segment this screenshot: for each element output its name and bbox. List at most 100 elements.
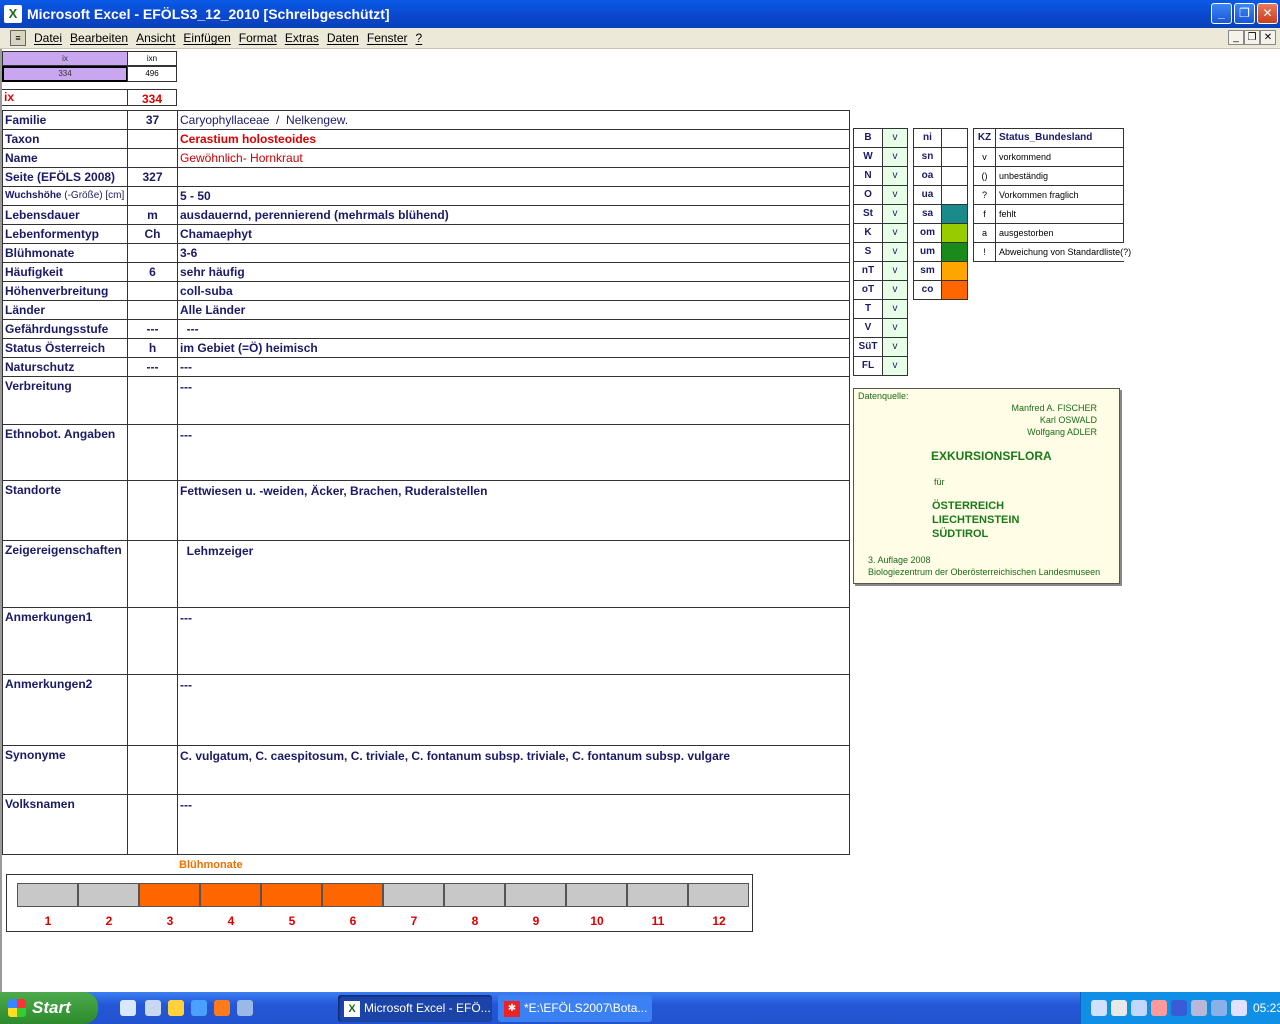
zone-color-swatch[interactable]	[941, 242, 968, 262]
row-code[interactable]: h	[127, 338, 178, 358]
zone-color-swatch[interactable]	[941, 166, 968, 186]
row-label[interactable]: Naturschutz	[2, 357, 128, 377]
zone-color-swatch[interactable]	[941, 185, 968, 205]
row-label[interactable]: Status Österreich	[2, 338, 128, 358]
row-code[interactable]: 327	[127, 167, 178, 187]
state-code[interactable]: O	[853, 185, 883, 205]
menu-bearbeiten[interactable]: Bearbeiten	[66, 31, 132, 45]
row-label[interactable]: Seite (EFÖLS 2008)	[2, 167, 128, 187]
zone-code[interactable]: ua	[913, 185, 942, 205]
row-value[interactable]: ---	[177, 319, 850, 339]
zone-code[interactable]: um	[913, 242, 942, 262]
app-tray-icon[interactable]	[1231, 1000, 1247, 1016]
state-code[interactable]: nT	[853, 261, 883, 281]
document-icon[interactable]: ≡	[10, 30, 26, 46]
outlook-icon[interactable]	[237, 1000, 253, 1016]
desktop-icon[interactable]	[120, 1000, 136, 1016]
row-value[interactable]: Caryophyllaceae / Nelkengew.	[177, 110, 850, 130]
doc-close-icon[interactable]: ✕	[1260, 30, 1276, 45]
volume-icon[interactable]	[1111, 1000, 1127, 1016]
state-value[interactable]: v	[882, 166, 908, 186]
zone-code[interactable]: om	[913, 223, 942, 243]
row-code[interactable]	[127, 186, 178, 206]
row-label[interactable]: Lebenformentyp	[2, 224, 128, 244]
state-code[interactable]: St	[853, 204, 883, 224]
row-value[interactable]: 5 - 50	[177, 186, 850, 206]
row-code[interactable]	[127, 376, 178, 425]
firefox-icon[interactable]	[214, 1000, 230, 1016]
row-label[interactable]: Blühmonate	[2, 243, 128, 263]
state-value[interactable]: v	[882, 204, 908, 224]
task-excel[interactable]: X Microsoft Excel - EFÖ...	[338, 995, 492, 1022]
row-value[interactable]: ---	[177, 794, 850, 855]
row-label[interactable]: Ethnobot. Angaben	[2, 424, 128, 481]
state-value[interactable]: v	[882, 147, 908, 167]
row-label[interactable]: Anmerkungen1	[2, 607, 128, 675]
row-value[interactable]: C. vulgatum, C. caespitosum, C. triviale…	[177, 745, 850, 795]
doc-minimize-icon[interactable]: _	[1228, 30, 1244, 45]
row-value[interactable]: Chamaephyt	[177, 224, 850, 244]
row-code[interactable]: 37	[127, 110, 178, 130]
zone-color-swatch[interactable]	[941, 147, 968, 167]
shield-icon[interactable]	[1171, 1000, 1187, 1016]
row-code[interactable]	[127, 607, 178, 675]
restore-button[interactable]: ❐	[1234, 3, 1255, 24]
row-value[interactable]: coll-suba	[177, 281, 850, 301]
row-code[interactable]	[127, 281, 178, 301]
row-label[interactable]: Name	[2, 148, 128, 168]
state-code[interactable]: S	[853, 242, 883, 262]
row-value[interactable]: 3-6	[177, 243, 850, 263]
row-code[interactable]: Ch	[127, 224, 178, 244]
network-icon[interactable]	[1091, 1000, 1107, 1016]
row-value[interactable]: ausdauernd, perennierend (mehrmals blühe…	[177, 205, 850, 225]
row-value[interactable]: ---	[177, 424, 850, 481]
zone-color-swatch[interactable]	[941, 280, 968, 300]
info-icon[interactable]	[1211, 1000, 1227, 1016]
state-code[interactable]: T	[853, 299, 883, 319]
state-code[interactable]: FL	[853, 356, 883, 376]
zone-color-swatch[interactable]	[941, 204, 968, 224]
zone-code[interactable]: sn	[913, 147, 942, 167]
row-label[interactable]: Höhenverbreitung	[2, 281, 128, 301]
row-code[interactable]	[127, 745, 178, 795]
explorer-icon[interactable]	[145, 1000, 161, 1016]
row-label[interactable]: Anmerkungen2	[2, 674, 128, 746]
alert-icon[interactable]	[1151, 1000, 1167, 1016]
row-code[interactable]	[127, 300, 178, 320]
row-code[interactable]	[127, 674, 178, 746]
state-code[interactable]: N	[853, 166, 883, 186]
menu-extras[interactable]: Extras	[281, 31, 323, 45]
row-label[interactable]: Länder	[2, 300, 128, 320]
state-code[interactable]: W	[853, 147, 883, 167]
state-value[interactable]: v	[882, 318, 908, 338]
row-code[interactable]	[127, 480, 178, 541]
state-value[interactable]: v	[882, 223, 908, 243]
sync-icon[interactable]	[1191, 1000, 1207, 1016]
zone-color-swatch[interactable]	[941, 223, 968, 243]
row-label[interactable]: Synonyme	[2, 745, 128, 795]
state-value[interactable]: v	[882, 261, 908, 281]
row-code[interactable]	[127, 129, 178, 149]
row-value[interactable]: sehr häufig	[177, 262, 850, 282]
row-value[interactable]: ---	[177, 674, 850, 746]
menu-einfuegen[interactable]: Einfügen	[179, 31, 234, 45]
ix-value[interactable]: 334	[127, 89, 177, 106]
row-code[interactable]: 6	[127, 262, 178, 282]
cell-ixn-value[interactable]: 496	[127, 66, 177, 82]
cell-ixn-header[interactable]: ixn	[127, 51, 177, 66]
row-value[interactable]: Fettwiesen u. -weiden, Äcker, Brachen, R…	[177, 480, 850, 541]
row-code[interactable]: ---	[127, 319, 178, 339]
row-code[interactable]	[127, 794, 178, 855]
row-label[interactable]: Verbreitung	[2, 376, 128, 425]
start-button[interactable]: Start	[0, 992, 98, 1024]
zone-code[interactable]: sa	[913, 204, 942, 224]
menu-help[interactable]: ?	[412, 31, 427, 45]
state-value[interactable]: v	[882, 299, 908, 319]
row-value[interactable]: Gewöhnlich- Hornkraut	[177, 148, 850, 168]
state-value[interactable]: v	[882, 280, 908, 300]
row-value[interactable]	[177, 167, 850, 187]
row-value[interactable]: Lehmzeiger	[177, 540, 850, 608]
row-code[interactable]: ---	[127, 357, 178, 377]
close-button[interactable]: ✕	[1257, 3, 1278, 24]
state-code[interactable]: K	[853, 223, 883, 243]
